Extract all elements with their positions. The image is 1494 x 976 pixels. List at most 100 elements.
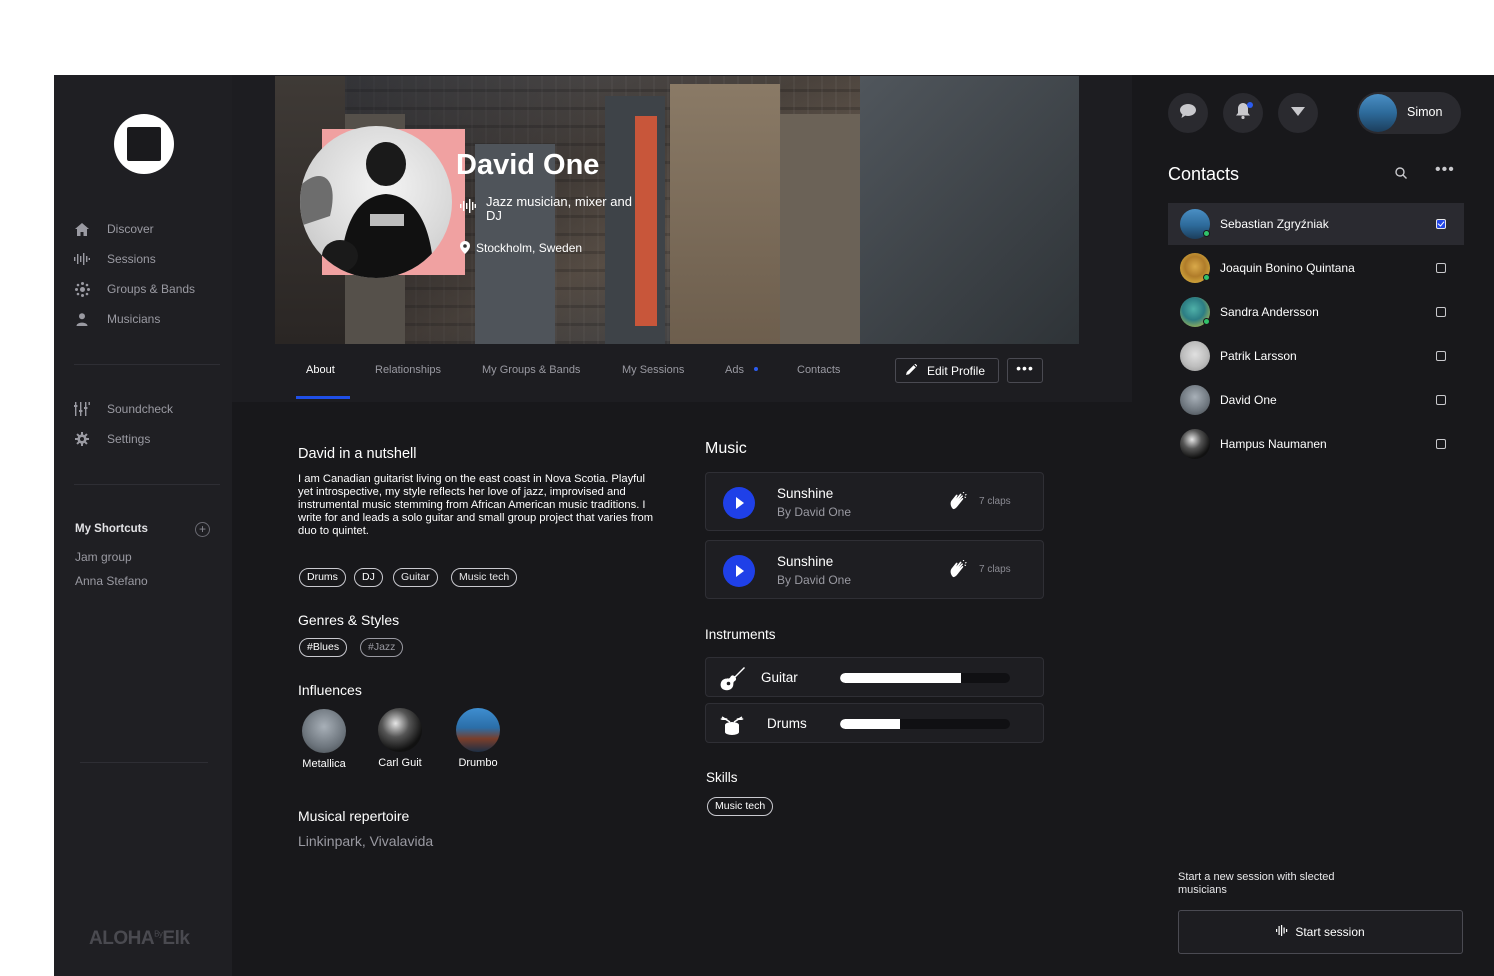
claps-count: 7 claps xyxy=(979,564,1011,575)
avatar xyxy=(1359,94,1397,132)
instrument-row: Drums xyxy=(705,703,1044,743)
tab-ads[interactable]: Ads xyxy=(725,364,744,376)
app-logo[interactable] xyxy=(114,114,174,174)
waveform-icon xyxy=(1276,925,1288,939)
genre-chip[interactable]: #Jazz xyxy=(360,638,404,657)
skill-level-fill xyxy=(840,673,961,683)
main-content: David One Jazz musician, mixer and DJ St… xyxy=(232,75,1133,976)
avatar xyxy=(1180,429,1210,459)
shortcut-item[interactable]: Anna Stefano xyxy=(75,574,148,588)
notifications-button[interactable] xyxy=(1223,93,1263,133)
nav-label: Musicians xyxy=(107,312,161,326)
user-name: Simon xyxy=(1407,105,1443,119)
nav-label: Soundcheck xyxy=(107,402,174,416)
skill-chip[interactable]: Music tech xyxy=(707,797,774,816)
nav-label: Settings xyxy=(107,432,151,446)
user-menu[interactable]: Simon xyxy=(1357,92,1461,134)
favorites-button[interactable] xyxy=(1278,93,1318,133)
nav-groups-bands[interactable]: Groups & Bands xyxy=(74,281,196,297)
contact-checkbox[interactable] xyxy=(1436,395,1446,405)
tag-chip[interactable]: Drums xyxy=(299,568,346,587)
online-indicator xyxy=(1203,318,1210,325)
contact-row[interactable]: Hampus Naumanen xyxy=(1168,423,1464,465)
contact-row[interactable]: Patrik Larsson xyxy=(1168,335,1464,377)
nav-discover[interactable]: Discover xyxy=(74,222,154,236)
app-window: Discover Sessions Groups & Bands Musicia… xyxy=(54,75,1494,976)
profile-avatar[interactable] xyxy=(300,126,452,278)
play-icon xyxy=(736,565,744,577)
influence-item[interactable]: Metallica xyxy=(289,709,359,770)
contact-checkbox[interactable] xyxy=(1436,219,1446,229)
nav-musicians[interactable]: Musicians xyxy=(74,312,160,326)
nav-soundcheck[interactable]: Soundcheck xyxy=(74,402,173,416)
track-card[interactable]: Sunshine By David One 7 claps xyxy=(705,540,1044,599)
waveform-icon xyxy=(74,252,90,266)
contact-row[interactable]: Sandra Andersson xyxy=(1168,291,1464,333)
more-options-button[interactable]: ••• xyxy=(1007,358,1043,383)
track-artist: By David One xyxy=(777,505,852,519)
claps-count: 7 claps xyxy=(979,496,1011,507)
tab-sessions[interactable]: My Sessions xyxy=(622,364,684,376)
guitar-icon xyxy=(720,666,746,697)
contact-name: Patrik Larsson xyxy=(1220,349,1297,363)
track-card[interactable]: Sunshine By David One 7 claps xyxy=(705,472,1044,531)
tab-contacts[interactable]: Contacts xyxy=(797,364,840,376)
tab-relationships[interactable]: Relationships xyxy=(375,364,441,376)
influence-name: Drumbo xyxy=(458,757,498,769)
sidebar: Discover Sessions Groups & Bands Musicia… xyxy=(54,75,232,976)
tab-groups-bands[interactable]: My Groups & Bands xyxy=(482,364,580,376)
play-button[interactable] xyxy=(723,487,755,519)
skill-level-bar xyxy=(840,719,1010,729)
bio-text: I am Canadian guitarist living on the ea… xyxy=(298,473,654,537)
search-icon[interactable] xyxy=(1395,166,1407,184)
tab-about[interactable]: About xyxy=(306,364,335,376)
clap-icon[interactable] xyxy=(949,559,967,583)
play-icon xyxy=(736,497,744,509)
start-session-button[interactable]: Start session xyxy=(1178,910,1463,954)
start-session-hint: Start a new session with slected musicia… xyxy=(1178,871,1335,896)
genre-chip[interactable]: #Blues xyxy=(299,638,348,657)
influence-item[interactable]: Drumbo xyxy=(443,708,513,769)
shortcut-item[interactable]: Jam group xyxy=(75,550,132,564)
nav-sessions[interactable]: Sessions xyxy=(74,252,156,266)
contact-name: Hampus Naumanen xyxy=(1220,437,1327,451)
clap-icon[interactable] xyxy=(949,491,967,515)
contact-checkbox[interactable] xyxy=(1436,307,1446,317)
more-icon[interactable]: ••• xyxy=(1435,161,1455,179)
track-artist: By David One xyxy=(777,573,852,587)
sidebar-divider xyxy=(80,762,208,763)
gear-icon xyxy=(74,432,90,446)
tag-chip[interactable]: Music tech xyxy=(451,568,518,587)
contact-name: David One xyxy=(1220,393,1277,407)
drums-icon xyxy=(720,712,744,741)
contact-name: Sandra Andersson xyxy=(1220,305,1319,319)
tag-chip[interactable]: Guitar xyxy=(393,568,438,587)
avatar xyxy=(1180,341,1210,371)
notification-dot xyxy=(1247,102,1253,108)
profile-name: David One xyxy=(456,149,600,181)
profile-location: Stockholm, Sweden xyxy=(476,241,583,255)
add-shortcut-button[interactable]: + xyxy=(195,522,210,537)
sliders-icon xyxy=(74,402,90,416)
brand-logo: ALOHAByElk xyxy=(89,928,190,949)
influence-item[interactable]: Carl Guit xyxy=(365,708,435,769)
play-button[interactable] xyxy=(723,555,755,587)
contact-checkbox[interactable] xyxy=(1436,351,1446,361)
contact-row[interactable]: Sebastian Zgryźniak xyxy=(1168,203,1464,245)
contact-row[interactable]: David One xyxy=(1168,379,1464,421)
influence-name: Metallica xyxy=(302,758,346,770)
contact-checkbox[interactable] xyxy=(1436,263,1446,273)
cover-building xyxy=(860,76,1079,344)
messages-button[interactable] xyxy=(1168,93,1208,133)
tag-chip[interactable]: DJ xyxy=(354,568,383,587)
nav-label: Sessions xyxy=(107,252,156,266)
online-indicator xyxy=(1203,274,1210,281)
notification-dot xyxy=(754,367,758,371)
nav-settings[interactable]: Settings xyxy=(74,432,150,446)
start-session-label: Start session xyxy=(1295,925,1365,939)
contact-checkbox[interactable] xyxy=(1436,439,1446,449)
groups-icon xyxy=(74,281,90,297)
nav-label: Groups & Bands xyxy=(107,282,196,296)
edit-profile-button[interactable]: Edit Profile xyxy=(895,358,999,383)
contact-row[interactable]: Joaquin Bonino Quintana xyxy=(1168,247,1464,289)
